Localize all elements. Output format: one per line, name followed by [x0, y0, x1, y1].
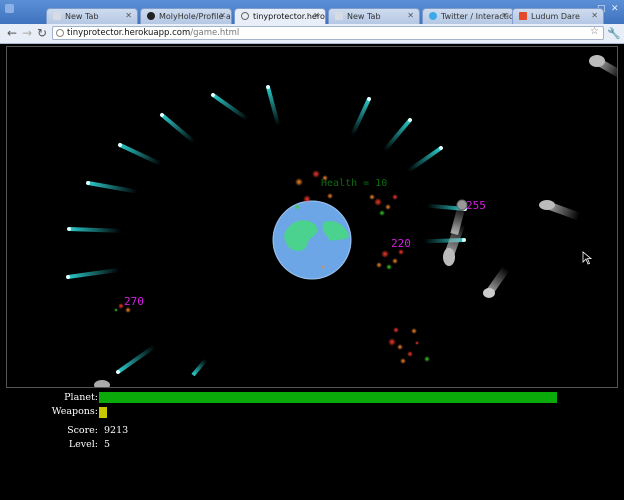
tab-label: Ludum Dare [531, 12, 580, 21]
level-label: Level: [68, 439, 98, 450]
game-page: Health = 10 255 220 270 Planet: Weapons:… [0, 44, 624, 500]
mouse-cursor-icon [582, 251, 592, 265]
address-path: /game.html [190, 28, 240, 38]
tab-close-icon[interactable]: ✕ [501, 11, 508, 20]
tab-close-icon[interactable]: ✕ [407, 11, 414, 20]
planet [272, 200, 352, 280]
ludum-dare-icon [519, 12, 527, 20]
page-info-icon[interactable] [56, 29, 64, 37]
window-menu-icon[interactable] [5, 4, 14, 13]
reload-icon[interactable]: ↻ [37, 26, 47, 40]
level-value: 5 [104, 439, 111, 450]
wrench-icon[interactable]: 🔧 [607, 27, 621, 40]
globe-icon [241, 12, 249, 20]
asteroids [94, 55, 617, 387]
tab-close-icon[interactable]: ✕ [219, 11, 226, 20]
tab-label: New Tab [347, 12, 381, 21]
close-window-icon[interactable]: ✕ [611, 4, 619, 14]
game-scene: Health = 10 255 220 270 [66, 55, 617, 387]
game-canvas[interactable]: Health = 10 255 220 270 [6, 46, 618, 388]
title-bar: – □ ✕ New Tab ✕ MolyHole/Profile at ✕ ti… [0, 0, 624, 24]
tab-close-icon[interactable]: ✕ [591, 11, 598, 20]
damage-number-270: 270 [124, 295, 144, 308]
browser-toolbar: ← → ↻ tinyprotector.herokuapp.com/game.h… [0, 24, 624, 44]
defense-beams [66, 85, 467, 377]
planet-label: Planet: [64, 392, 98, 403]
page-icon [53, 12, 61, 20]
twitter-icon [429, 12, 437, 20]
github-icon [147, 12, 155, 20]
weapons-charge-bar [99, 407, 107, 418]
back-icon[interactable]: ← [7, 26, 17, 40]
explosion-particles [114, 170, 430, 364]
score-label: Score: [67, 425, 98, 436]
damage-number-255: 255 [466, 199, 486, 212]
forward-icon[interactable]: → [22, 26, 32, 40]
tab-close-icon[interactable]: ✕ [313, 11, 320, 20]
tab-new-tab-1[interactable]: New Tab ✕ [46, 8, 138, 24]
weapons-label: Weapons: [51, 406, 98, 417]
page-icon [335, 12, 343, 20]
tab-tinyprotector[interactable]: tinyprotector.heroku ✕ [234, 8, 326, 24]
address-bar[interactable]: tinyprotector.herokuapp.com/game.html ☆ [52, 26, 604, 40]
tab-close-icon[interactable]: ✕ [125, 11, 132, 20]
damage-number-220: 220 [391, 237, 411, 250]
tab-twitter[interactable]: Twitter / Interactions ✕ [422, 8, 514, 24]
tab-label: New Tab [65, 12, 99, 21]
tab-new-tab-2[interactable]: New Tab ✕ [328, 8, 420, 24]
tab-ludum-dare[interactable]: Ludum Dare ✕ [512, 8, 604, 24]
bookmark-star-icon[interactable]: ☆ [590, 26, 599, 37]
score-value: 9213 [104, 425, 129, 436]
tab-molyhole[interactable]: MolyHole/Profile at ✕ [140, 8, 232, 24]
planet-health-bar [99, 392, 557, 403]
address-host: tinyprotector.herokuapp.com [67, 28, 191, 38]
planet-health-text: Health = 10 [321, 178, 387, 189]
